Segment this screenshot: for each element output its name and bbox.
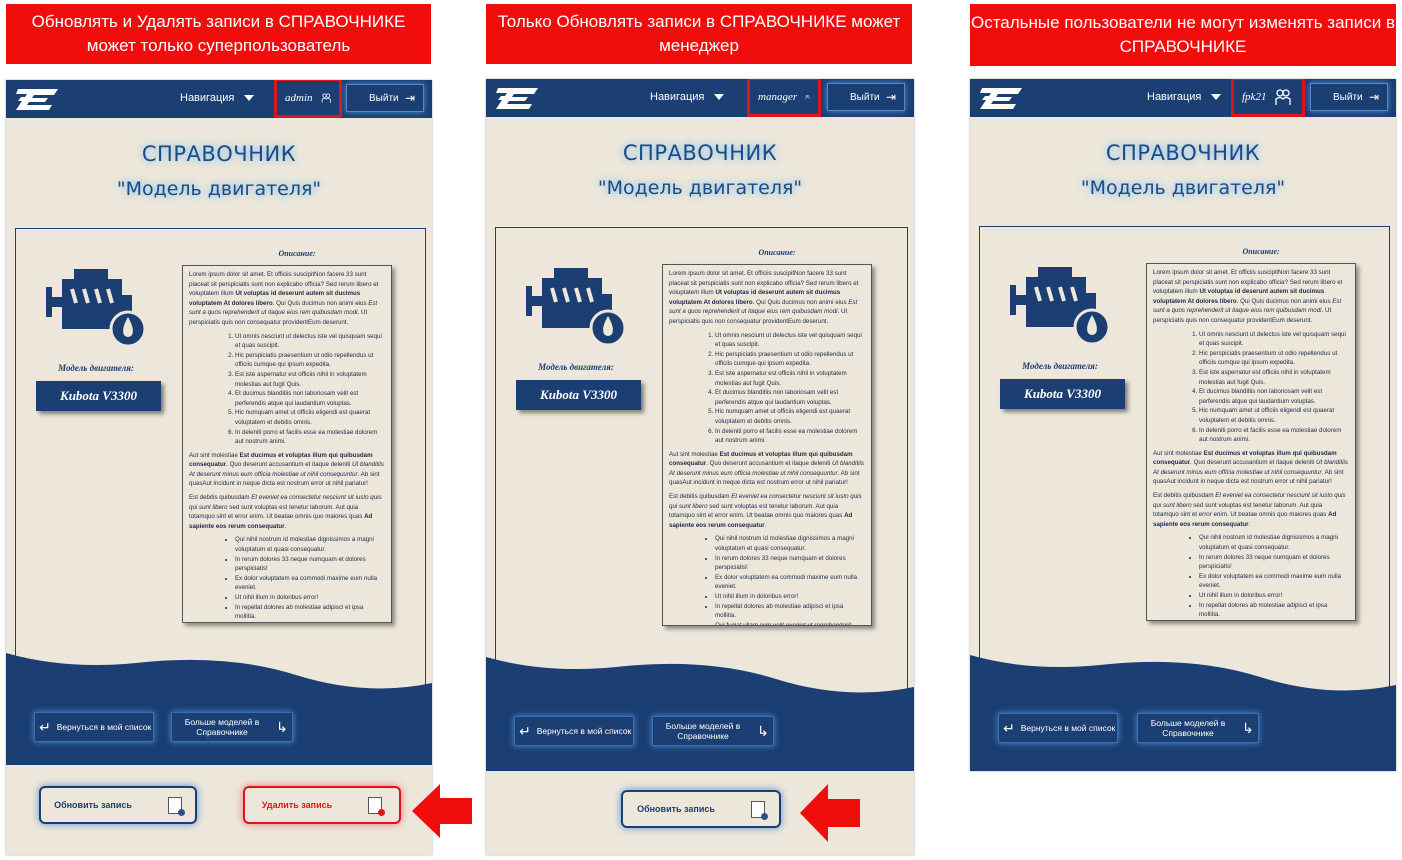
page-title: СПРАВОЧНИК [622, 141, 778, 165]
nav-label: Навигация [650, 91, 705, 103]
model-name: Kubota V3300 [36, 381, 161, 411]
wave-decoration [6, 653, 432, 765]
document-delete-icon [368, 796, 386, 816]
engine-icon [526, 268, 627, 347]
logout-label: Выйти [850, 91, 880, 103]
model-caption: Модель двигателя: [538, 362, 614, 372]
pointer-arrow-icon [800, 784, 860, 842]
users-icon [1275, 89, 1292, 105]
exit-icon: ⇥ [404, 91, 415, 105]
page-subtitle: "Модель двигателя" [597, 177, 803, 199]
model-name: Kubota V3300 [516, 380, 641, 410]
header-bar: Навигация manager Выйти ⇥ [486, 79, 914, 117]
page-title: СПРАВОЧНИК [141, 142, 297, 166]
nav-label: Навигация [180, 92, 235, 104]
update-button[interactable]: Обновить запись [621, 790, 781, 828]
page-subtitle: "Модель двигателя" [116, 178, 322, 200]
return-arrow-icon: ↵ [519, 723, 531, 739]
user-badge[interactable]: fpk21 [1231, 79, 1305, 117]
more-label: Больше моделей в Справочнике [1150, 718, 1226, 738]
username: fpk21 [1242, 91, 1267, 103]
nav-menu[interactable]: Навигация [650, 91, 725, 103]
users-icon [805, 94, 810, 100]
description-caption: Описание: [758, 248, 796, 257]
update-label: Обновить запись [637, 804, 715, 814]
banner-manager: Только Обновлять записи в СПРАВОЧНИКЕ мо… [486, 4, 912, 64]
logo-icon [496, 88, 538, 109]
delete-label: Удалить запись [261, 800, 333, 810]
nav-menu[interactable]: Навигация [1147, 91, 1222, 103]
back-button[interactable]: ↵ Вернуться в мой список [34, 712, 154, 742]
description-text: Lorem ipsum dolor sit amet. Et officiis … [1146, 263, 1356, 621]
exit-icon: ⇥ [885, 90, 896, 104]
logout-label: Выйти [1333, 91, 1363, 103]
engine-icon [1010, 267, 1111, 346]
document-icon [750, 800, 768, 820]
banner-superuser: Обновлять и Удалять записи в СПРАВОЧНИКЕ… [6, 4, 431, 64]
forward-arrow-icon: ↳ [1242, 720, 1254, 736]
header-bar: Навигация admin Выйти ⇥ [6, 80, 432, 118]
page-title: СПРАВОЧНИК [1105, 141, 1261, 165]
forward-arrow-icon: ↳ [757, 723, 769, 739]
back-label: Вернуться в мой список [1020, 723, 1116, 733]
model-name: Kubota V3300 [1000, 379, 1125, 409]
logout-button[interactable]: Выйти ⇥ [1310, 83, 1388, 111]
logo-icon [16, 89, 58, 110]
return-arrow-icon: ↵ [1003, 720, 1015, 736]
username: admin [285, 92, 313, 104]
forward-arrow-icon: ↳ [276, 719, 288, 735]
description-text: Lorem ipsum dolor sit amet. Et officiis … [662, 264, 872, 626]
model-caption: Модель двигателя: [58, 363, 134, 373]
header-bar: Навигация fpk21 Выйти ⇥ [970, 79, 1396, 117]
logo-icon [980, 88, 1022, 109]
user-badge[interactable]: manager [747, 79, 821, 117]
update-label: Обновить запись [54, 800, 132, 810]
more-models-button[interactable]: Больше моделей в Справочнике ↳ [1137, 713, 1259, 743]
description-caption: Описание: [278, 249, 316, 258]
chevron-down-icon [714, 94, 725, 100]
chevron-down-icon [244, 95, 255, 101]
return-arrow-icon: ↵ [39, 719, 51, 735]
panel-manager: Навигация manager Выйти ⇥ СПРАВОЧНИК "Мод… [486, 79, 914, 855]
model-caption: Модель двигателя: [1022, 361, 1098, 371]
description-text: Lorem ipsum dolor sit amet. Et officiis … [182, 265, 392, 623]
users-icon [321, 93, 331, 103]
delete-button[interactable]: Удалить запись [243, 786, 401, 824]
wave-decoration [486, 657, 914, 771]
logout-button[interactable]: Выйти ⇥ [827, 83, 905, 111]
update-button[interactable]: Обновить запись [39, 786, 197, 824]
nav-menu[interactable]: Навигация [180, 92, 255, 104]
exit-icon: ⇥ [1368, 90, 1379, 104]
panel-user: Навигация fpk21 Выйти ⇥ СПРАВОЧНИК "Модел… [970, 79, 1396, 771]
back-button[interactable]: ↵ Вернуться в мой список [514, 716, 634, 746]
more-label: Больше моделей в Справочнике [665, 721, 741, 741]
user-badge[interactable]: admin [274, 80, 342, 118]
nav-label: Навигация [1147, 91, 1202, 103]
document-icon [167, 796, 185, 816]
wave-decoration [970, 655, 1396, 771]
page-subtitle: "Модель двигателя" [1080, 177, 1286, 199]
logout-button[interactable]: Выйти ⇥ [346, 84, 424, 112]
back-label: Вернуться в мой список [56, 722, 152, 732]
panel-admin: Навигация admin Выйти ⇥ СПРАВОЧНИК "Модел… [6, 80, 432, 855]
chevron-down-icon [1211, 94, 1222, 100]
back-label: Вернуться в мой список [536, 726, 632, 736]
username: manager [758, 91, 798, 103]
more-models-button[interactable]: Больше моделей в Справочнике ↳ [171, 712, 293, 742]
description-caption: Описание: [1242, 247, 1280, 256]
pointer-arrow-icon [412, 784, 472, 838]
banner-others: Остальные пользователи не могут изменять… [970, 4, 1396, 66]
logout-label: Выйти [369, 92, 399, 104]
back-button[interactable]: ↵ Вернуться в мой список [998, 713, 1118, 743]
engine-icon [46, 269, 147, 348]
more-label: Больше моделей в Справочнике [184, 717, 260, 737]
more-models-button[interactable]: Больше моделей в Справочнике ↳ [652, 716, 774, 746]
